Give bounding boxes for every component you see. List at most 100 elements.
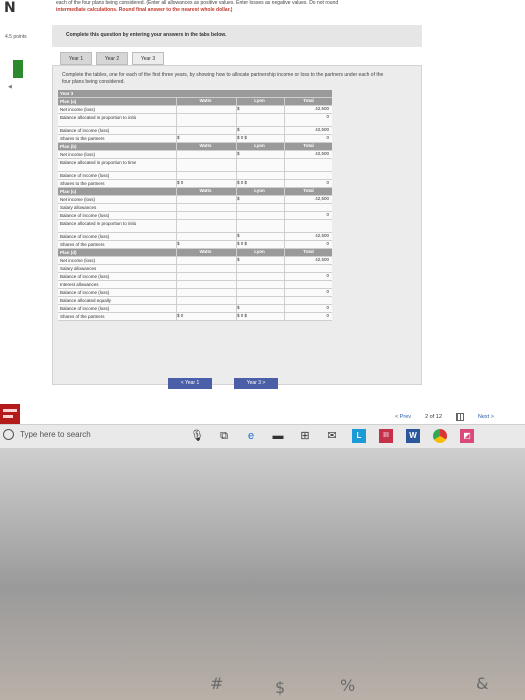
cell-watts[interactable] <box>176 159 234 172</box>
cell-lyon[interactable]: $ 0 $ <box>236 241 282 249</box>
cell-total[interactable]: 42,500 <box>284 127 332 135</box>
table-row: Shares of the partners $ 0 $ 0 $0 <box>58 313 332 321</box>
cell-total[interactable] <box>284 297 332 305</box>
plan-header-row: Plan (a) Watts Lyon Total <box>58 98 332 106</box>
cell-watts[interactable] <box>176 114 234 127</box>
next-question-button[interactable]: Next > <box>478 414 494 420</box>
cell-lyon[interactable]: $ 0 $ <box>236 313 282 321</box>
cell-total[interactable]: 42,500 <box>284 196 332 204</box>
cell-total[interactable]: 0 <box>284 180 332 188</box>
cell-lyon: Lyon <box>236 188 282 196</box>
cell-watts[interactable] <box>176 196 234 204</box>
cell-total[interactable]: 0 <box>284 273 332 281</box>
cell-total[interactable] <box>284 159 332 172</box>
cell-lyon[interactable] <box>236 172 282 180</box>
cell-total[interactable] <box>284 281 332 289</box>
pdf-app-icon[interactable]: III <box>379 429 393 443</box>
cell-watts[interactable] <box>176 289 234 297</box>
cell-lyon[interactable]: $ <box>236 127 282 135</box>
hash-key-icon: # <box>210 674 224 693</box>
tab-year-2[interactable]: Year 2 <box>96 52 128 65</box>
cell-watts[interactable] <box>176 204 234 212</box>
row-label: Shares of the partners <box>60 314 105 319</box>
cell-watts[interactable]: $ <box>176 135 234 143</box>
mail-icon[interactable]: ✉ <box>325 429 339 443</box>
sidebar-arrow-icon[interactable]: ◀ <box>8 84 12 90</box>
cell-lyon[interactable]: $ <box>236 151 282 159</box>
cell-lyon[interactable] <box>236 297 282 305</box>
cell-total[interactable] <box>284 172 332 180</box>
plan-header-row: Plan (b) Watts Lyon Total <box>58 143 332 151</box>
cell-watts[interactable] <box>176 220 234 233</box>
edge-browser-icon[interactable]: e <box>244 429 258 443</box>
cell-total[interactable]: 42,500 <box>284 151 332 159</box>
cell-lyon[interactable]: $ <box>236 233 282 241</box>
cell-total[interactable]: 42,500 <box>284 106 332 114</box>
taskbar-search[interactable]: Type here to search <box>3 429 91 440</box>
cell-watts[interactable] <box>176 257 234 265</box>
cell-lyon[interactable] <box>236 273 282 281</box>
cell-watts[interactable] <box>176 273 234 281</box>
cell-lyon[interactable] <box>236 212 282 220</box>
cell-total[interactable] <box>284 204 332 212</box>
chrome-icon[interactable] <box>433 429 447 443</box>
cell-lyon[interactable]: $ <box>236 257 282 265</box>
cell-lyon[interactable] <box>236 159 282 172</box>
cell-total[interactable] <box>284 220 332 233</box>
cell-total[interactable]: 0 <box>284 135 332 143</box>
cell-total[interactable]: 42,500 <box>284 233 332 241</box>
prev-year-button[interactable]: < Year 1 <box>168 378 212 389</box>
cell-total[interactable]: 0 <box>284 114 332 127</box>
cell-lyon[interactable] <box>236 220 282 233</box>
prev-question-button[interactable]: < Prev <box>395 414 411 420</box>
cell-lyon[interactable] <box>236 289 282 297</box>
cell-lyon[interactable]: $ <box>236 106 282 114</box>
store-icon[interactable]: ⊞ <box>298 429 312 443</box>
task-view-icon[interactable]: ⧉ <box>217 429 231 443</box>
cell-lyon[interactable]: $ <box>236 305 282 313</box>
cell-lyon[interactable] <box>236 265 282 273</box>
cell-watts[interactable] <box>176 212 234 220</box>
cell-lyon[interactable] <box>236 281 282 289</box>
cell-watts[interactable] <box>176 151 234 159</box>
table-row: Balance of income (loss) 0 <box>58 289 332 297</box>
next-year-button[interactable]: Year 3 > <box>234 378 278 389</box>
cell-lyon[interactable]: $ 0 $ <box>236 135 282 143</box>
cell-lyon[interactable]: $ 0 $ <box>236 180 282 188</box>
cell-watts[interactable] <box>176 305 234 313</box>
tab-year-1[interactable]: Year 1 <box>60 52 92 65</box>
microphone-icon[interactable]: 🎙 <box>190 429 204 443</box>
word-app-icon[interactable]: W <box>406 429 420 443</box>
cell-watts[interactable]: $ 0 <box>176 180 234 188</box>
cell-watts[interactable]: $ <box>176 241 234 249</box>
app-icon[interactable]: ◩ <box>460 429 474 443</box>
cell-watts[interactable] <box>176 106 234 114</box>
cell-total[interactable]: 42,500 <box>284 257 332 265</box>
cell-watts[interactable] <box>176 281 234 289</box>
cell-total[interactable]: 0 <box>284 305 332 313</box>
lync-app-icon[interactable]: L <box>352 429 366 443</box>
cell-total[interactable]: 0 <box>284 212 332 220</box>
taskbar-apps: 🎙 ⧉ e ▬ ⊞ ✉ L III W ◩ <box>190 429 474 443</box>
file-explorer-icon[interactable]: ▬ <box>271 429 285 443</box>
cell-watts[interactable] <box>176 297 234 305</box>
cell-lyon[interactable] <box>236 204 282 212</box>
grid-view-icon[interactable] <box>455 413 464 421</box>
tab-year-3[interactable]: Year 3 <box>132 52 164 65</box>
search-input[interactable]: Type here to search <box>20 430 91 439</box>
cell-watts[interactable] <box>176 127 234 135</box>
cell-total[interactable]: 0 <box>284 241 332 249</box>
cell-total[interactable]: 0 <box>284 313 332 321</box>
start-circle-icon[interactable] <box>3 429 14 440</box>
cell-lyon[interactable] <box>236 114 282 127</box>
cell-watts[interactable]: $ 0 <box>176 313 234 321</box>
table-row: Balance of income (loss) $0 <box>58 305 332 313</box>
cell-watts[interactable] <box>176 172 234 180</box>
row-label: Shares of the partners <box>60 242 105 247</box>
cell-total[interactable] <box>284 265 332 273</box>
row-label: Net income (loss) <box>60 197 96 202</box>
cell-total[interactable]: 0 <box>284 289 332 297</box>
cell-watts[interactable] <box>176 265 234 273</box>
cell-lyon[interactable]: $ <box>236 196 282 204</box>
cell-watts[interactable] <box>176 233 234 241</box>
